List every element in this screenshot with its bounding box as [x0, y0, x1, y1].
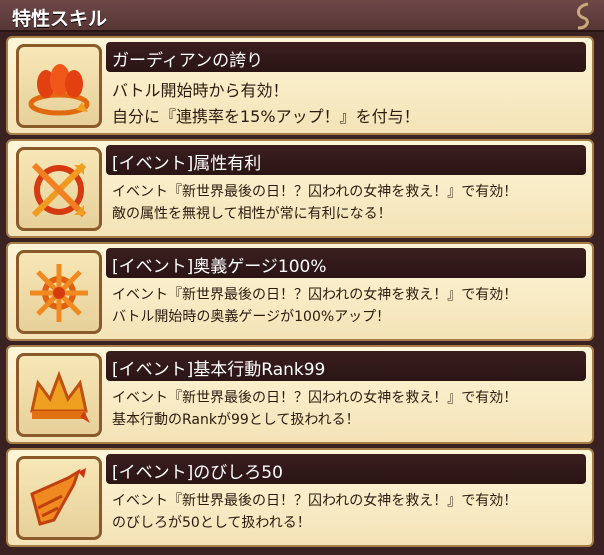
description-line: イベント『新世界最後の日！？囚われの女神を救え！』で有効！ [112, 184, 518, 200]
flames-rise-icon [16, 44, 102, 128]
description-line: イベント『新世界最後の日！？囚われの女神を救え！』で有効！ [112, 493, 518, 509]
skill-name: [イベント]属性有利 [112, 154, 262, 174]
skill-name-bar: [イベント]のびしろ50 [106, 454, 586, 484]
skill-description: イベント『新世界最後の日！？囚われの女神を救え！』で有効！ 敵の属性を無視して相… [112, 181, 586, 225]
description-line: バトル開始時から有効！ [112, 81, 289, 100]
skill-description: イベント『新世界最後の日！？囚われの女神を救え！』で有効！ バトル開始時の奥義ゲ… [112, 284, 586, 328]
description-line: バトル開始時の奥義ゲージが100%アップ！ [112, 309, 391, 325]
skill-name: ガーディアンの誇り [112, 51, 264, 71]
skill-description: バトル開始時から有効！ 自分に『連携率を15%アップ！』を付与！ [112, 78, 586, 130]
crown-icon [16, 353, 102, 437]
description-line: のびしろが50として扱われる！ [112, 515, 311, 531]
skill-name-bar: ガーディアンの誇り [106, 42, 586, 72]
skill-description: イベント『新世界最後の日！？囚われの女神を救え！』で有効！ 基本行動のRankが… [112, 387, 586, 431]
skill-description: イベント『新世界最後の日！？囚われの女神を救え！』で有効！ のびしろが50として… [112, 490, 586, 534]
panel-header: 特性スキル [0, 0, 604, 32]
skill-name: [イベント]のびしろ50 [112, 463, 283, 483]
skill-name-bar: [イベント]基本行動Rank99 [106, 351, 586, 381]
description-line: 基本行動のRankが99として扱われる！ [112, 412, 360, 428]
drill-arrow-icon [16, 456, 102, 540]
crossed-arrows-icon [16, 147, 102, 231]
star-burst-icon [16, 250, 102, 334]
skill-name: [イベント]基本行動Rank99 [112, 360, 326, 380]
skill-card[interactable]: [イベント]のびしろ50 イベント『新世界最後の日！？囚われの女神を救え！』で有… [6, 448, 594, 547]
skill-name: [イベント]奥義ゲージ100% [112, 257, 327, 277]
skill-card[interactable]: [イベント]奥義ゲージ100% イベント『新世界最後の日！？囚われの女神を救え！… [6, 242, 594, 341]
skills-panel: 特性スキル ガーディアンの誇り バトル開始時から有効！ 自分に『連携率を15%ア… [0, 0, 604, 555]
description-line: イベント『新世界最後の日！？囚われの女神を救え！』で有効！ [112, 390, 518, 406]
skill-name-bar: [イベント]奥義ゲージ100% [106, 248, 586, 278]
skill-name-bar: [イベント]属性有利 [106, 145, 586, 175]
skill-card[interactable]: [イベント]属性有利 イベント『新世界最後の日！？囚われの女神を救え！』で有効！… [6, 139, 594, 238]
skill-card[interactable]: ガーディアンの誇り バトル開始時から有効！ 自分に『連携率を15%アップ！』を付… [6, 36, 594, 135]
description-line: 自分に『連携率を15%アップ！』を付与！ [112, 107, 420, 126]
scroll-ornament-icon [577, 2, 589, 30]
panel-title: 特性スキル [12, 8, 108, 30]
skill-card[interactable]: [イベント]基本行動Rank99 イベント『新世界最後の日！？囚われの女神を救え… [6, 345, 594, 444]
description-line: 敵の属性を無視して相性が常に有利になる！ [112, 206, 392, 222]
description-line: イベント『新世界最後の日！？囚われの女神を救え！』で有効！ [112, 287, 518, 303]
